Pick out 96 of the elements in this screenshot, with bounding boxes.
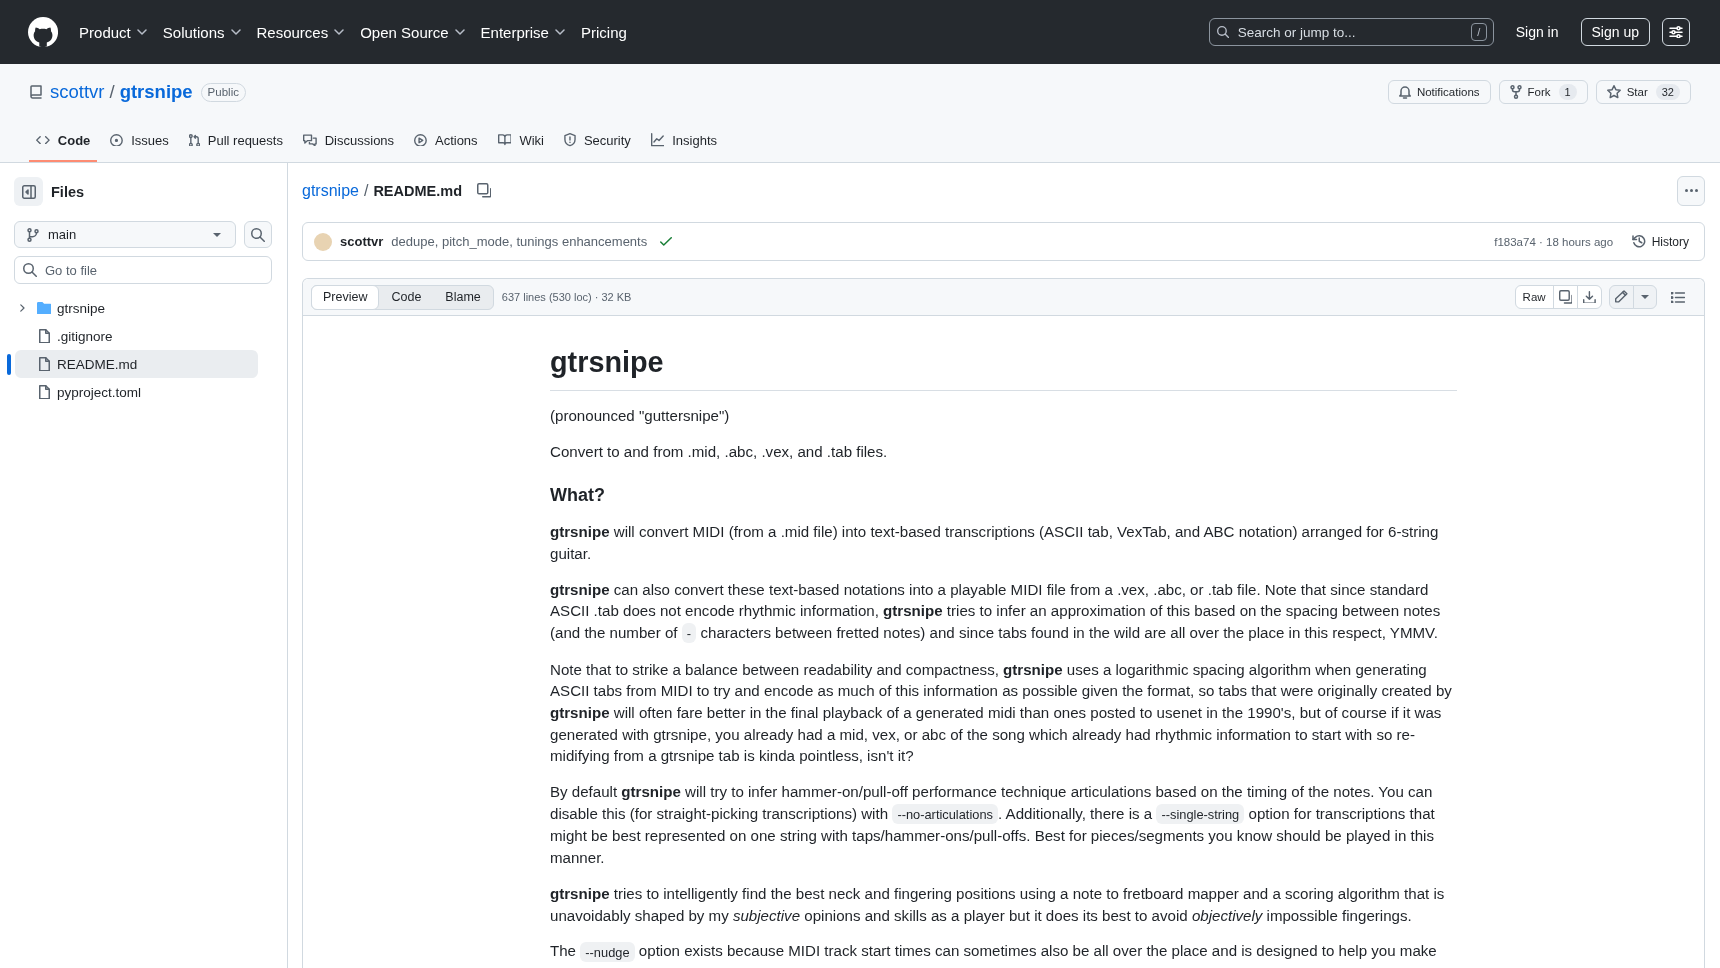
caret-icon xyxy=(213,232,221,237)
view-mode-tab[interactable]: Code xyxy=(379,284,434,310)
search-icon xyxy=(251,227,265,242)
file-item[interactable]: .gitignore xyxy=(15,322,258,350)
nav-menu-button[interactable]: Solutions xyxy=(154,16,249,48)
sidebar-toggle-button[interactable] xyxy=(14,177,43,206)
caret-icon xyxy=(1641,295,1649,299)
commit-message-link[interactable]: dedupe, pitch_mode, tunings enhancements xyxy=(391,234,648,249)
security-tab[interactable]: Security xyxy=(556,120,638,162)
circle-dot-icon xyxy=(110,133,124,147)
repo-root-link[interactable]: gtrsnipe xyxy=(302,181,359,200)
edit-button[interactable] xyxy=(1609,285,1634,309)
nav-menu-button[interactable]: Resources xyxy=(248,16,353,48)
section-heading: What? xyxy=(550,484,606,507)
copy-button[interactable] xyxy=(1552,285,1579,309)
paragraph: Convert to and from .mid, .abc, .vex, and .tab files. xyxy=(550,441,889,462)
view-mode-tab[interactable]: Preview xyxy=(311,284,380,310)
notifications-button[interactable]: Notifications xyxy=(1387,80,1491,104)
list-icon xyxy=(1670,291,1685,303)
file-icon xyxy=(38,356,50,372)
sign-in-link[interactable]: Sign in xyxy=(1515,24,1559,40)
discussions-tab[interactable]: Discussions xyxy=(295,120,402,162)
paragraph: gtrsnipe tries to intelligently find the best neck and fingering positions using a note to fretboard mapper and a scoring algorithm that is unavoidably shaped by my subjective opinions and skills as a player but it does its best to avoid objectively impossible fingerings. xyxy=(550,883,1446,926)
readme-title: gtrsnipe xyxy=(550,345,1457,391)
file-name: README.md xyxy=(373,182,462,199)
branch-icon xyxy=(27,227,39,242)
star-count: 32 xyxy=(1655,84,1680,100)
shortcut-key: / xyxy=(1470,23,1487,41)
paragraph: Note that to strike a balance between readability and compactness, gtrsnipe uses a logarithmic spacing algorithm when generating ASCII tabs from MIDI to try and encode as much of this information as possible given the format, so tabs that were originally created by gtrsnipe will often fare better in the final playback of a generated midi than ones posted to usenet in the 1990's, but of course if it was generated with gtrsnipe, you already had a mid, vex, or abc of the song which already had rhythmic information to start with so re-midifying from a gtrsnipe tab is kinda pointless, isn't it? xyxy=(550,659,1453,767)
repo-name-link[interactable]: gtrsnipe xyxy=(119,81,193,103)
book-icon xyxy=(30,85,42,99)
paragraph: gtrsnipe can also convert these text-based notations into a playable MIDI file from a .vex, .abc, or .tab file. Note that since standard ASCII .tab does not encode rhythmic information, gtrsnipe tries to infer an approximation of this based on the spacing between notes (and the number of - characters between fretted notes) and since tabs found in the wild are all over the place in this respect, YMMV. xyxy=(550,578,1457,645)
file-item[interactable]: pyproject.toml xyxy=(15,378,258,406)
file-filter-field[interactable]: Go to file xyxy=(14,256,272,284)
bell-icon xyxy=(1398,85,1411,99)
fork-icon xyxy=(1509,85,1522,99)
actions-tab[interactable]: Actions xyxy=(407,120,485,162)
branch-select[interactable]: main xyxy=(14,221,236,248)
search-button[interactable] xyxy=(244,221,272,248)
commit-author-link[interactable]: scottvr xyxy=(340,234,384,249)
view-mode-tab[interactable]: Blame xyxy=(433,284,493,310)
issues-tab[interactable]: Issues xyxy=(103,120,176,162)
fork-button[interactable]: Fork 1 xyxy=(1498,80,1588,104)
line-graph-icon xyxy=(650,133,665,147)
star-icon xyxy=(1606,85,1621,99)
file-item[interactable]: README.md xyxy=(15,350,258,378)
wiki-tab[interactable]: Wiki xyxy=(490,120,551,162)
code-tab[interactable]: Code xyxy=(29,120,98,162)
history-icon xyxy=(1632,234,1647,249)
avatar xyxy=(314,232,332,251)
search-icon xyxy=(1216,25,1230,39)
path-separator: / xyxy=(363,181,369,200)
code-icon xyxy=(36,135,50,145)
history-button[interactable]: History xyxy=(1625,227,1696,256)
download-button[interactable] xyxy=(1577,285,1603,309)
copy-icon xyxy=(1558,290,1573,304)
paragraph: (pronounced "guttersnipe") xyxy=(550,405,731,426)
sliders-icon xyxy=(1669,25,1683,39)
folder-icon xyxy=(36,301,52,315)
more-options-button[interactable] xyxy=(1677,175,1705,206)
speech-bubbles-icon xyxy=(302,133,317,147)
nav-menu-button[interactable]: Product xyxy=(71,16,155,48)
copy-icon xyxy=(476,183,492,198)
paragraph: The --nudge option exists because MIDI track start times can sometimes also be all over the place and is designed to help you make xyxy=(550,940,1457,964)
cat-logo-icon xyxy=(28,16,59,48)
raw-button[interactable]: Raw xyxy=(1514,285,1554,309)
insights-tab[interactable]: Insights xyxy=(643,120,724,162)
file-icon xyxy=(38,328,50,344)
open-book-icon xyxy=(497,134,512,146)
paragraph: gtrsnipe will convert MIDI (from a .mid file) into text-based transcriptions (ASCII tab, VexTab, and ABC notation) arranged for 6-string guitar. xyxy=(550,522,1440,564)
selection-indicator xyxy=(7,353,11,375)
pencil-icon xyxy=(1615,290,1628,304)
owner-link[interactable]: scottvr xyxy=(50,81,105,103)
fork-count: 1 xyxy=(1558,84,1577,100)
menu-button[interactable] xyxy=(1662,18,1690,46)
pull-request-icon xyxy=(188,133,200,147)
paragraph: By default gtrsnipe will try to infer hammer-on/pull-off performance technique articulations based on the timing of the notes. You can disable this (for straight-picking transcriptions) with --no-articulations . Additionally, there is a --single-string option for transcriptions that might be best represented on one string with taps/hammer-ons/pull-offs. Best for pieces/segments you know should be played in this manner. xyxy=(550,782,1436,868)
play-circle-icon xyxy=(414,133,427,147)
path-separator: / xyxy=(109,81,115,103)
nav-menu-button[interactable]: Open Source xyxy=(352,16,473,48)
download-icon xyxy=(1583,290,1597,304)
edit-options-button[interactable] xyxy=(1633,285,1657,309)
shield-icon xyxy=(563,133,576,147)
nav-link[interactable]: Pricing xyxy=(572,16,635,48)
folder-item[interactable]: gtrsnipe xyxy=(15,294,258,322)
file-icon xyxy=(38,384,50,400)
panel-icon xyxy=(21,184,36,199)
more-icon xyxy=(1684,189,1698,192)
search-icon xyxy=(23,263,37,277)
nav-menu-button[interactable]: Enterprise xyxy=(472,16,573,48)
sign-up-button[interactable]: Sign up xyxy=(1580,18,1650,46)
pull-requests-tab[interactable]: Pull requests xyxy=(181,120,290,162)
star-button[interactable]: Star 32 xyxy=(1595,80,1691,104)
files-heading: Files xyxy=(51,183,85,200)
commit-meta: f183a74 · 18 hours ago xyxy=(1494,235,1614,248)
file-stats: 637 lines (530 loc) · 32 KB xyxy=(501,291,632,303)
